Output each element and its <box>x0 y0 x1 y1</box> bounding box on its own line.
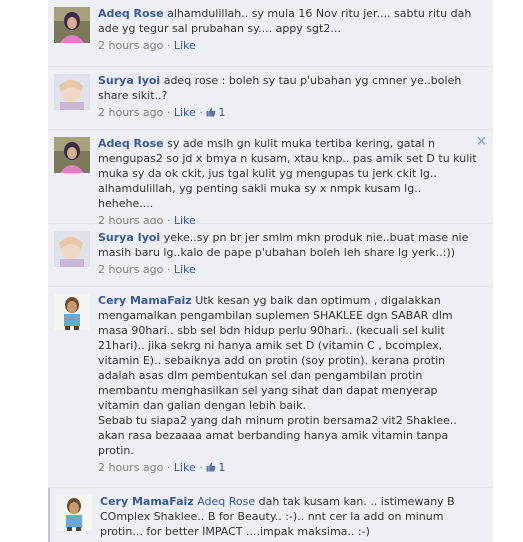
comment-timestamp[interactable]: 2 hours ago <box>98 263 163 276</box>
like-link[interactable]: Like <box>174 39 196 52</box>
like-link[interactable]: Like <box>174 106 196 119</box>
comment-author-link[interactable]: Adeq Rose <box>98 7 164 20</box>
comment-item: Surya Iyoi adeq rose : boleh sy tau p'ub… <box>48 67 493 130</box>
comment-timestamp[interactable]: 2 hours ago <box>98 461 163 474</box>
comment-item: Adeq Rose sy ade mslh gn kulit muka tert… <box>48 130 493 227</box>
comment-author-link[interactable]: Cery MamaFaiz <box>100 495 194 508</box>
comment-item: Cery MamaFaiz Utk kesan yg baik dan opti… <box>48 287 493 488</box>
like-count[interactable]: 1 <box>206 461 225 474</box>
remove-comment-icon[interactable]: × <box>476 134 487 149</box>
comment-item: Surya Iyoi yeke..sy pn br jer smlm mkn p… <box>48 224 493 287</box>
comment-meta: 2 hours ago · Like · 1 <box>98 105 478 120</box>
comment-meta: 2 hours ago · Like · 1 <box>98 460 478 475</box>
meta-separator: · <box>166 106 174 119</box>
like-link[interactable]: Like <box>174 461 196 474</box>
comment-text: Utk kesan yg baik dan optimum , digalakk… <box>98 294 457 457</box>
like-count-value: 1 <box>218 106 226 119</box>
comment-body: Cery MamaFaiz Utk kesan yg baik dan opti… <box>98 293 478 475</box>
meta-separator: · <box>166 263 174 276</box>
meta-separator: · <box>166 39 174 52</box>
avatar[interactable] <box>56 495 92 531</box>
comment-author-link[interactable]: Surya Iyoi <box>98 231 160 244</box>
comment-meta: 2 hours ago · Like <box>98 262 478 277</box>
comment-item: Adeq Rose alhamdulillah.. sy mula 16 Nov… <box>48 0 493 67</box>
avatar[interactable] <box>54 231 90 267</box>
comment-item: Cery MamaFaiz Adeq Rose dah tak kusam ka… <box>48 488 493 542</box>
avatar[interactable] <box>54 7 90 43</box>
comment-body: Surya Iyoi adeq rose : boleh sy tau p'ub… <box>98 73 478 120</box>
thumbs-up-icon <box>206 462 216 472</box>
comment-meta: 2 hours ago · Like <box>98 38 478 53</box>
meta-separator: · <box>166 461 174 474</box>
comment-thread: Adeq Rose alhamdulillah.. sy mula 16 Nov… <box>48 0 493 542</box>
comment-author-link[interactable]: Cery MamaFaiz <box>98 294 192 307</box>
like-link[interactable]: Like <box>174 263 196 276</box>
comment-body: Adeq Rose sy ade mslh gn kulit muka tert… <box>98 136 478 228</box>
comment-body: Adeq Rose alhamdulillah.. sy mula 16 Nov… <box>98 6 478 53</box>
avatar[interactable] <box>54 294 90 330</box>
comment-author-link[interactable]: Adeq Rose <box>98 137 164 150</box>
like-count-value: 1 <box>218 461 226 474</box>
like-count[interactable]: 1 <box>206 106 225 119</box>
avatar[interactable] <box>54 74 90 110</box>
comment-timestamp[interactable]: 2 hours ago <box>98 106 163 119</box>
comment-author-link[interactable]: Surya Iyoi <box>98 74 160 87</box>
comment-mention-link[interactable]: Adeq Rose <box>197 495 255 508</box>
comment-body: Cery MamaFaiz Adeq Rose dah tak kusam ka… <box>100 494 480 539</box>
thumbs-up-icon <box>206 107 216 117</box>
comment-body: Surya Iyoi yeke..sy pn br jer smlm mkn p… <box>98 230 478 277</box>
comment-timestamp[interactable]: 2 hours ago <box>98 39 163 52</box>
avatar[interactable] <box>54 137 90 173</box>
